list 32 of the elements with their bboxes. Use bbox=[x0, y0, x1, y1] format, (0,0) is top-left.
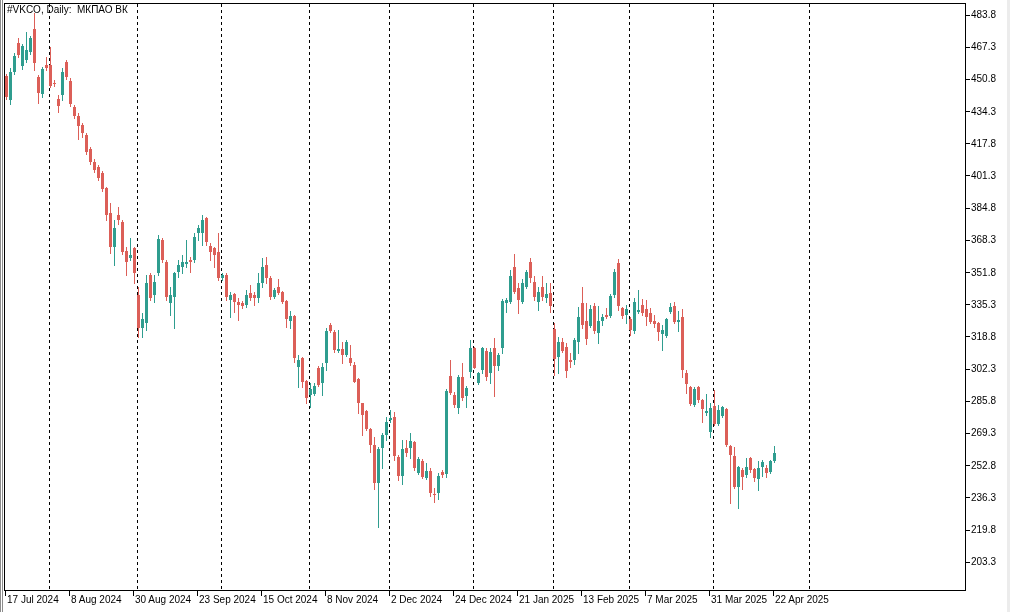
price-label: 252.8 bbox=[971, 459, 997, 472]
date-label: 30 Aug 2024 bbox=[135, 594, 192, 606]
price-label: 219.8 bbox=[971, 524, 997, 536]
date-label: 23 Sep 2024 bbox=[199, 594, 256, 606]
price-label: 384.8 bbox=[971, 202, 997, 215]
price-label: 434.3 bbox=[971, 105, 997, 118]
date-label: 22 Apr 2025 bbox=[775, 594, 829, 606]
price-label: 417.8 bbox=[971, 137, 997, 150]
price-label: 269.3 bbox=[971, 427, 997, 440]
chart-title: #VKCO, Daily: МКПАО ВК bbox=[7, 4, 128, 16]
price-label: 467.3 bbox=[971, 41, 997, 54]
date-label: 2 Dec 2024 bbox=[391, 594, 443, 606]
date-label: 8 Aug 2024 bbox=[71, 594, 122, 606]
price-label: 335.3 bbox=[971, 298, 997, 311]
date-label: 24 Dec 2024 bbox=[455, 594, 512, 606]
price-label: 236.3 bbox=[971, 491, 997, 504]
price-label: 351.8 bbox=[971, 266, 997, 279]
price-label: 203.3 bbox=[971, 556, 997, 569]
price-label: 285.8 bbox=[971, 395, 997, 408]
date-label: 15 Oct 2024 bbox=[263, 594, 318, 606]
date-label: 21 Jan 2025 bbox=[519, 594, 575, 606]
price-label: 483.8 bbox=[971, 9, 997, 21]
date-label: 13 Feb 2025 bbox=[583, 594, 640, 606]
date-label: 31 Mar 2025 bbox=[711, 594, 768, 606]
date-label: 7 Mar 2025 bbox=[647, 594, 698, 606]
price-label: 318.8 bbox=[971, 330, 997, 343]
date-label: 17 Jul 2024 bbox=[7, 594, 59, 606]
price-label: 302.3 bbox=[971, 363, 997, 376]
price-label: 450.8 bbox=[971, 73, 997, 86]
price-label: 401.3 bbox=[971, 169, 997, 182]
date-label: 8 Nov 2024 bbox=[327, 594, 379, 606]
price-label: 368.3 bbox=[971, 234, 997, 247]
